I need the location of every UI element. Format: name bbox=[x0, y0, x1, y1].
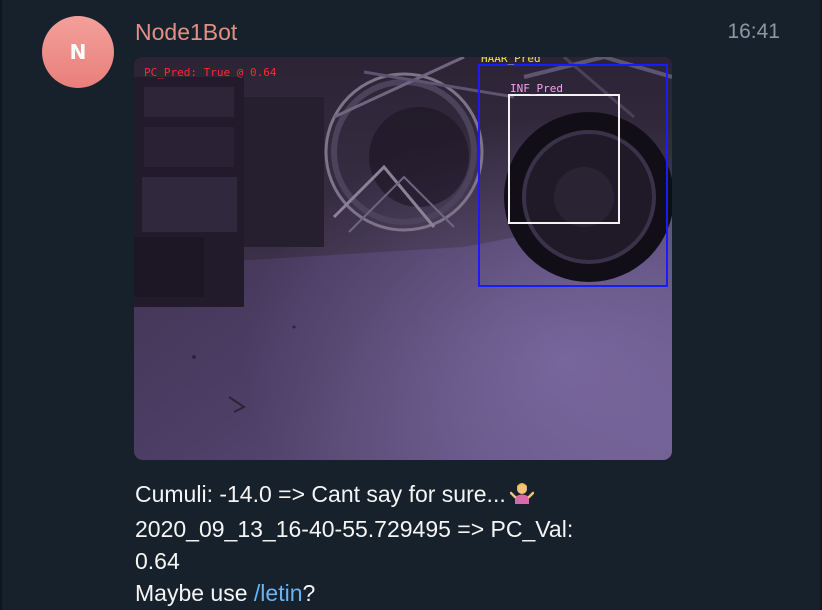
avatar-initial: N bbox=[69, 40, 87, 64]
message-caption: Cumuli: -14.0 => Cant say for sure... 20… bbox=[135, 478, 695, 609]
avatar[interactable]: N bbox=[42, 16, 114, 88]
caption-line-4-prefix: Maybe use bbox=[135, 580, 254, 606]
caption-line-1: Cumuli: -14.0 => Cant say for sure... bbox=[135, 478, 695, 513]
photo-attachment[interactable]: PC_Pred: True @ 0.64 HAAR_Pred INF_Pred bbox=[134, 57, 672, 460]
haar-pred-label: HAAR_Pred bbox=[481, 57, 541, 65]
caption-line-4-suffix: ? bbox=[302, 580, 316, 606]
camera-snapshot: PC_Pred: True @ 0.64 HAAR_Pred INF_Pred bbox=[134, 57, 672, 460]
person-shrugging-icon bbox=[509, 481, 534, 513]
pc-pred-label: PC_Pred: True @ 0.64 bbox=[144, 66, 277, 79]
sender-name[interactable]: Node1Bot bbox=[135, 19, 237, 46]
inf-pred-label: INF_Pred bbox=[510, 82, 563, 95]
caption-line-1-text: Cumuli: -14.0 => Cant say for sure... bbox=[135, 481, 506, 507]
caption-line-4: Maybe use /letin? bbox=[135, 577, 695, 609]
chat-message: N Node1Bot 16:41 PC_Pred: True @ 0.64 HA… bbox=[0, 0, 822, 610]
caption-line-2: 2020_09_13_16-40-55.729495 => PC_Val: bbox=[135, 516, 574, 542]
caption-line-3: 0.64 bbox=[135, 548, 180, 574]
message-time: 16:41 bbox=[727, 20, 780, 43]
letin-command-link[interactable]: /letin bbox=[254, 580, 303, 606]
